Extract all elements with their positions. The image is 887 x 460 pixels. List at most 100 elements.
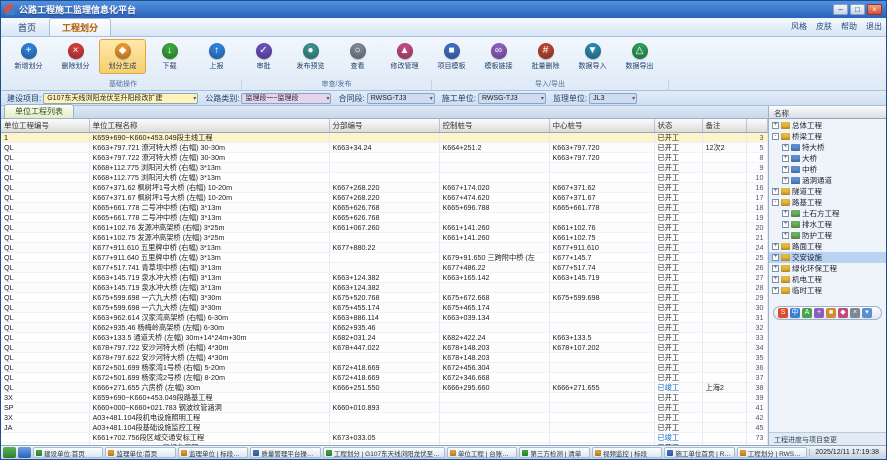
taskbar-app-icon[interactable] [18,447,31,458]
tree-item-5[interactable]: +涵洞通道 [769,175,886,186]
menubar-link-1[interactable]: 皮肤 [816,21,832,32]
table-row[interactable]: QLK663+797.722 潦河特大桥 (左幅) 30-30mK663+797… [1,152,767,162]
menubar-link-0[interactable]: 风格 [791,21,807,32]
table-row[interactable]: QLK666+271.655 六房桥 (左幅) 30mK666+251.550K… [1,382,767,392]
table-row[interactable]: QLK677+517.741 青草坝中桥 (右幅) 3*13mK677+486.… [1,262,767,272]
tree-item-9[interactable]: +排水工程 [769,219,886,230]
column-header-5[interactable]: 状态 [654,119,702,132]
tree-item-15[interactable]: +临时工程 [769,285,886,296]
table-row[interactable]: QLK675+599.698 一六九大桥 (右幅) 3*30mK675+520.… [1,292,767,302]
table-row[interactable]: SPK660+000~K660+021.783 钢波纹管涵洞K660+010.8… [1,402,767,412]
menubar-link-2[interactable]: 帮助 [841,21,857,32]
table-row[interactable]: QLK672+501.699 杨家湾2号桥 (左幅) 8-20mK672+418… [1,372,767,382]
table-row[interactable]: QLK663+145.719 泉水冲大桥 (右幅) 3*13mK663+124.… [1,272,767,282]
table-row[interactable]: QLK665+661.778 二号冲中桥 (右幅) 3*13mK665+626.… [1,202,767,212]
tree-item-1[interactable]: -桥梁工程 [769,131,886,142]
approve-button[interactable]: ✓审批 [240,39,287,74]
tree-expander-icon[interactable]: + [782,210,789,217]
batch-delete-button[interactable]: #批量删除 [522,39,569,74]
table-row[interactable]: QLK677+911.640 五里牌中桥 (左幅) 3*13mK679+91.6… [1,252,767,262]
tree-item-14[interactable]: +机电工程 [769,274,886,285]
table-row[interactable]: QLK675+599.698 一六九大桥 (左幅) 3*30mK675+455.… [1,302,767,312]
minimize-button[interactable]: – [833,4,848,15]
data-import-button[interactable]: ▼数据导入 [569,39,616,74]
taskbar-start-icon[interactable] [3,447,16,458]
column-header-1[interactable]: 单位工程名称 [89,119,329,132]
taskbar-item-9[interactable]: 工程划分 | RWSG-TJ3 [737,447,807,458]
table-row[interactable]: QLK667+371.67 枫树坪1号大桥 (左幅) 10-20mK667+26… [1,192,767,202]
table-row[interactable]: QLK661+102.76 发源冲高架桥 (右幅) 3*25mK661+067.… [1,222,767,232]
tree-item-12[interactable]: +交安设施 [769,252,886,263]
tree-item-7[interactable]: -路基工程 [769,197,886,208]
tree-header[interactable]: 名称 [769,106,886,119]
table-row[interactable]: QLK663+797.721 潦河特大桥 (右幅) 30-30mK663+34.… [1,142,767,152]
punctuation-icon[interactable]: + [814,308,824,318]
sogou-icon[interactable]: S [778,308,788,318]
column-header-6[interactable]: 备注 [702,119,746,132]
table-row[interactable]: QLK663+145.719 泉水冲大桥 (左幅) 3*13mK663+124.… [1,282,767,292]
skin-icon[interactable]: × [850,308,860,318]
tree-item-13[interactable]: +绿化环保工程 [769,263,886,274]
menu-tab-home[interactable]: 首页 [5,18,49,36]
taskbar-item-7[interactable]: 视频监控 | 标段 [592,447,662,458]
tree-expander-icon[interactable]: + [772,188,779,195]
table-row[interactable]: QLK678+797.622 安沙河特大桥 (左幅) 4*30mK678+148… [1,352,767,362]
column-header-3[interactable]: 控制桩号 [439,119,549,132]
table-row[interactable]: 3XK659+690~K660+453.049段路基工程已开工39 [1,392,767,402]
tree-expander-icon[interactable]: + [782,177,789,184]
table-row[interactable]: QLK663+962.614 汉家湾高架桥 (右幅) 6-30mK663+886… [1,312,767,322]
tree-expander-icon[interactable]: + [782,232,789,239]
taskbar-item-1[interactable]: 监理单位:首页 [105,447,175,458]
tree-expander-icon[interactable]: + [782,221,789,228]
table-row[interactable]: K661+702.756段区域交通安标工程K673+033.05已竣工73 [1,432,767,442]
tree-expander-icon[interactable]: + [772,265,779,272]
delete-button[interactable]: ×删除划分 [52,39,99,74]
contract-section-select[interactable]: RWSG-TJ3 [367,93,435,104]
menubar-link-3[interactable]: 退出 [866,21,882,32]
tree-expander-icon[interactable]: + [782,166,789,173]
taskbar-item-2[interactable]: 监理单位 | 标段信息 [178,447,248,458]
table-row[interactable]: QLK667+371.62 枫树坪1号大桥 (右幅) 10-20mK667+26… [1,182,767,192]
maximize-button[interactable]: □ [850,4,865,15]
publish-preview-button[interactable]: ●发布预览 [287,39,334,74]
table-row[interactable]: QLK678+797.722 安沙河特大桥 (右幅) 4*30mK678+447… [1,342,767,352]
taskbar-item-0[interactable]: 建设单位:首页 [33,447,103,458]
column-header-2[interactable]: 分部编号 [329,119,439,132]
modify-manage-button[interactable]: ▲修改管理 [381,39,428,74]
letter-mode-icon[interactable]: A [802,308,812,318]
table-row[interactable]: QLK663+133.5 通道天桥 (左幅) 30m+14*24m+30mK68… [1,332,767,342]
menu-tab-division[interactable]: 工程划分 [49,18,111,36]
download-button[interactable]: ↓下载 [146,39,193,74]
tree-item-8[interactable]: +土石方工程 [769,208,886,219]
tree-expander-icon[interactable]: + [772,254,779,261]
cn-en-toggle-icon[interactable]: 中 [790,308,800,318]
new-button[interactable]: +新增划分 [5,39,52,74]
supervisor-select[interactable]: JL3 [589,93,637,104]
tree-item-4[interactable]: +中桥 [769,164,886,175]
tree-item-11[interactable]: +路面工程 [769,241,886,252]
table-row[interactable]: QLK668+112.775 浏阳河大桥 (右幅) 3*13m已开工9 [1,162,767,172]
tree-expander-icon[interactable]: + [782,144,789,151]
tree-expander-icon[interactable]: + [772,122,779,129]
tree-item-0[interactable]: +总体工程 [769,120,886,131]
tree-expander-icon[interactable]: + [772,243,779,250]
tree-expander-icon[interactable]: - [772,199,779,206]
taskbar-item-3[interactable]: 质量管理平台操作手册 [250,447,320,458]
handwrite-icon[interactable]: ◆ [838,308,848,318]
road-class-select[interactable]: 监理段一~监理段 [241,93,331,104]
project-select[interactable]: G107东天线浏阳龙伏至升阳段改扩建 [43,93,198,104]
project-template-button[interactable]: ■项目模板 [428,39,475,74]
table-row[interactable]: JAA03+481.104段基础设施监控工程已开工45 [1,422,767,432]
tree-item-3[interactable]: +大桥 [769,153,886,164]
table-row[interactable]: QLK668+112.775 浏阳河大桥 (左幅) 3*13m已开工10 [1,172,767,182]
keyboard-icon[interactable]: ■ [826,308,836,318]
table-row[interactable]: QLK661+102.75 发源冲高架桥 (左幅) 3*25mK661+141.… [1,232,767,242]
data-export-button[interactable]: △数据导出 [616,39,663,74]
tree-item-10[interactable]: +防护工程 [769,230,886,241]
menu-icon[interactable]: ▾ [862,308,872,318]
table-row[interactable]: 3XA03+481.104段机电设施照明工程已开工42 [1,412,767,422]
tree-item-2[interactable]: +特大桥 [769,142,886,153]
taskbar-item-4[interactable]: 工程划分 | G107东天线浏阳龙伏至升阳段改扩建 项目工程 [323,447,445,458]
report-button[interactable]: ↑上报 [193,39,240,74]
table-row[interactable]: QLK677+911.610 五里牌中桥 (右幅) 3*13mK677+880.… [1,242,767,252]
